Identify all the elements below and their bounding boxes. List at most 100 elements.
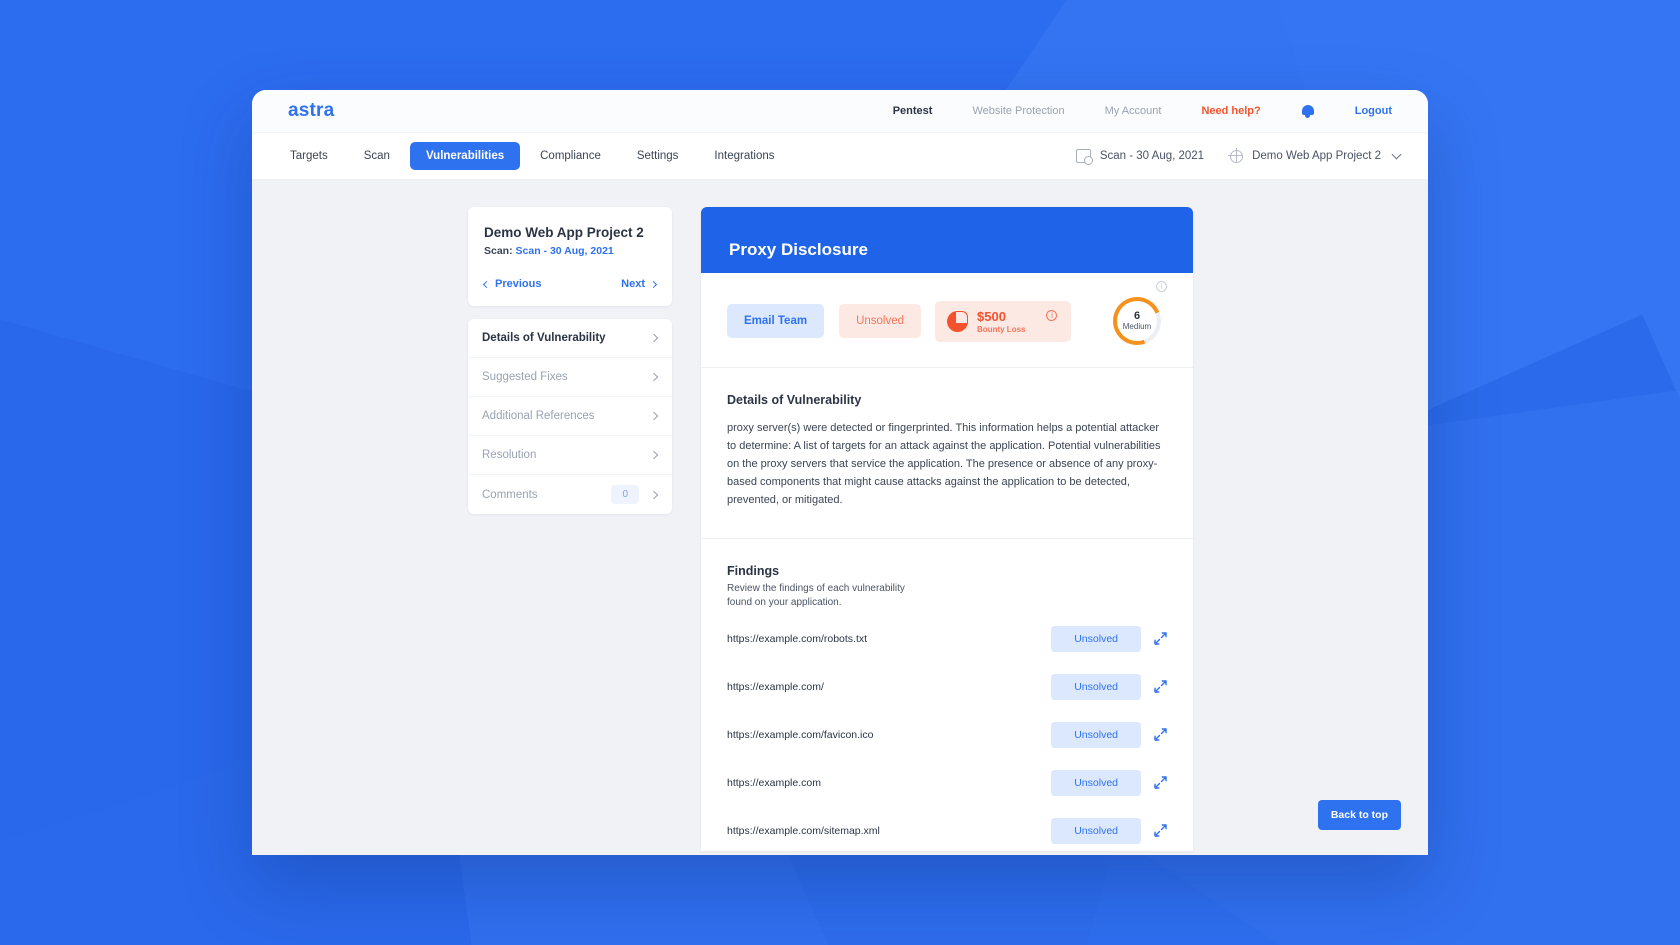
details-body: proxy server(s) were detected or fingerp… — [727, 422, 1161, 506]
astra-logo[interactable]: astra — [288, 100, 334, 122]
tab-settings[interactable]: Settings — [621, 142, 695, 170]
scan-selector[interactable]: Scan - 30 Aug, 2021 — [1075, 149, 1205, 165]
tab-integrations[interactable]: Integrations — [698, 142, 790, 170]
menu-item-resolution[interactable]: Resolution — [468, 436, 672, 475]
next-label: Next — [621, 278, 645, 290]
findings-subtitle: Review the findings of each vulnerabilit… — [727, 582, 905, 609]
severity-score: i 6 Medium — [1113, 281, 1167, 345]
severity-label: Medium — [1122, 322, 1152, 331]
project-info-card: Demo Web App Project 2 Scan: Scan - 30 A… — [468, 207, 672, 306]
expand-icon[interactable] — [1154, 632, 1167, 645]
chevron-left-icon — [482, 280, 491, 288]
topnav-item-need-help[interactable]: Need help? — [1201, 105, 1260, 117]
info-icon[interactable]: i — [1046, 309, 1058, 321]
details-heading: Details of Vulnerability — [727, 393, 862, 407]
menu-item-label: Suggested Fixes — [482, 371, 568, 383]
project-selector[interactable]: Demo Web App Project 2 — [1228, 147, 1402, 163]
previous-label: Previous — [495, 278, 542, 290]
email-team-button[interactable]: Email Team — [727, 304, 825, 338]
status-badge[interactable]: Unsolved — [839, 304, 922, 338]
menu-item-suggested-fixes[interactable]: Suggested Fixes — [468, 358, 672, 397]
findings-section: Findings Review the findings of each vul… — [701, 539, 1193, 851]
finding-url: https://example.com/favicon.ico — [727, 728, 874, 741]
finding-status-badge[interactable]: Unsolved — [1051, 769, 1141, 796]
action-row: Email Team Unsolved $500 Bounty Loss i i — [701, 273, 1193, 368]
finding-url: https://example.com/robots.txt — [727, 632, 868, 645]
bounty-label: Bounty Loss — [977, 324, 1026, 334]
sub-nav-selectors: Scan - 30 Aug, 2021 Demo Web App Project… — [1075, 147, 1402, 165]
chevron-right-icon — [649, 411, 659, 421]
menu-item-label: Comments — [482, 488, 538, 501]
comments-count-badge: 0 — [611, 485, 639, 504]
panel-header: Proxy Disclosure — [701, 207, 1193, 273]
page-body: Demo Web App Project 2 Scan: Scan - 30 A… — [252, 180, 1428, 855]
severity-ring-inner: 6 Medium — [1117, 301, 1157, 341]
main-column: Proxy Disclosure Email Team Unsolved $50… — [701, 207, 1193, 855]
bell-icon[interactable] — [1301, 104, 1315, 119]
finding-row[interactable]: https://example.com/robots.txt Unsolved — [727, 619, 1167, 659]
menu-item-comments[interactable]: Comments 0 — [468, 475, 672, 514]
expand-icon[interactable] — [1154, 680, 1167, 693]
previous-link[interactable]: Previous — [482, 278, 542, 290]
topnav-item-pentest[interactable]: Pentest — [893, 105, 933, 117]
menu-item-label: Resolution — [482, 449, 537, 461]
topnav-item-my-account[interactable]: My Account — [1105, 105, 1162, 117]
menu-item-details-of-vulnerability[interactable]: Details of Vulnerability — [468, 319, 672, 358]
chevron-right-icon — [649, 280, 658, 288]
scan-selector-label: Scan - 30 Aug, 2021 — [1099, 150, 1205, 162]
finding-status-badge[interactable]: Unsolved — [1051, 673, 1141, 700]
chevron-right-icon — [649, 333, 659, 343]
finding-url: https://example.com — [727, 776, 821, 789]
vulnerability-panel: Proxy Disclosure Email Team Unsolved $50… — [701, 207, 1193, 851]
expand-icon[interactable] — [1154, 776, 1167, 789]
target-icon — [1228, 147, 1244, 163]
chevron-right-icon — [649, 372, 659, 382]
tab-compliance[interactable]: Compliance — [524, 142, 617, 170]
sub-nav: Targets Scan Vulnerabilities Compliance … — [252, 133, 1428, 180]
scan-search-icon — [1075, 149, 1093, 165]
findings-heading: Findings — [727, 563, 780, 578]
page-title: Demo Web App Project 2 — [484, 225, 644, 240]
menu-item-additional-references[interactable]: Additional References — [468, 397, 672, 436]
tab-vulnerabilities[interactable]: Vulnerabilities — [409, 142, 521, 170]
finding-url: https://example.com/ — [727, 680, 824, 693]
topnav-item-website-protection[interactable]: Website Protection — [972, 105, 1064, 117]
scan-info-link[interactable]: Scan - 30 Aug, 2021 — [516, 245, 614, 257]
chevron-right-icon — [649, 450, 659, 460]
menu-item-label: Details of Vulnerability — [482, 332, 606, 344]
top-nav: Pentest Website Protection My Account Ne… — [893, 104, 1392, 119]
top-bar: astra Pentest Website Protection My Acco… — [252, 90, 1428, 133]
scan-info-label: Scan: — [484, 245, 513, 257]
info-icon[interactable]: i — [1156, 281, 1167, 292]
finding-url: https://example.com/sitemap.xml — [727, 824, 880, 837]
finding-row[interactable]: https://example.com/sitemap.xml Unsolved — [727, 811, 1167, 851]
bounty-amount: $500 — [977, 308, 1006, 324]
bounty-loss-card: $500 Bounty Loss i — [935, 300, 1072, 342]
finding-status-badge[interactable]: Unsolved — [1051, 625, 1141, 652]
severity-ring: 6 Medium — [1113, 297, 1161, 345]
scan-info: Scan: Scan - 30 Aug, 2021 — [484, 245, 656, 257]
severity-value: 6 — [1133, 310, 1141, 322]
logout-link[interactable]: Logout — [1355, 105, 1392, 117]
sub-nav-tabs: Targets Scan Vulnerabilities Compliance … — [274, 142, 791, 170]
finding-row[interactable]: https://example.com Unsolved — [727, 763, 1167, 803]
expand-icon[interactable] — [1154, 728, 1167, 741]
next-link[interactable]: Next — [621, 278, 658, 290]
finding-row[interactable]: https://example.com/ Unsolved — [727, 667, 1167, 707]
details-section: Details of Vulnerability proxy server(s)… — [701, 368, 1193, 539]
back-to-top-button[interactable]: Back to top — [1317, 800, 1401, 830]
tab-scan[interactable]: Scan — [348, 142, 406, 170]
bounty-text: $500 Bounty Loss — [977, 309, 1025, 334]
sidebar: Demo Web App Project 2 Scan: Scan - 30 A… — [468, 207, 672, 855]
finding-status-badge[interactable]: Unsolved — [1051, 721, 1141, 748]
chevron-right-icon — [649, 490, 659, 499]
pie-chart-icon — [947, 310, 969, 332]
expand-icon[interactable] — [1154, 824, 1167, 837]
finding-status-badge[interactable]: Unsolved — [1051, 817, 1141, 844]
finding-row[interactable]: https://example.com/favicon.ico Unsolved — [727, 715, 1167, 755]
tab-targets[interactable]: Targets — [274, 142, 344, 170]
project-selector-label: Demo Web App Project 2 — [1252, 150, 1381, 162]
app-window: astra Pentest Website Protection My Acco… — [252, 90, 1428, 855]
vulnerability-title: Proxy Disclosure — [729, 240, 868, 259]
chevron-down-icon — [1391, 149, 1402, 159]
